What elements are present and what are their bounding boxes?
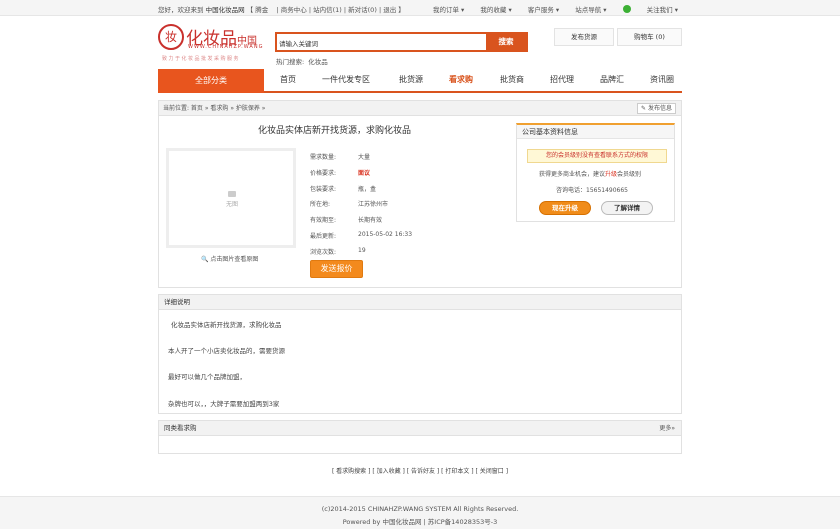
logout-link[interactable]: | 退出 】 <box>379 6 405 14</box>
hot-search: 热门搜索: 化妆品 <box>276 56 328 66</box>
details-header: 详细说明 <box>159 295 681 310</box>
site-logo[interactable]: 妆 化妆品中国 WWW.CHINAHZP.WANG 致力于化妆品批发采购服务 <box>158 22 270 64</box>
hot-search-label: 热门搜索: <box>276 58 305 66</box>
welcome-text: 您好，欢迎来到 <box>158 6 204 14</box>
field-value: 19 <box>358 247 366 254</box>
upgrade-tip-suffix: 会员级别 <box>617 171 642 178</box>
my-favorites-menu[interactable]: 我的收藏 ▾ <box>480 6 511 14</box>
breadcrumb: 当前位置: 首页 » 看求购 » 护肤保养 » ✎ 发布信息 <box>159 101 681 116</box>
bottom-links[interactable]: [ 看求购搜索 ] [ 加入收藏 ] [ 告诉好友 ] [ 打印本文 ] [ 关… <box>0 466 840 475</box>
field-last-update: 最后更新: 2015-05-02 16:33 <box>310 231 412 240</box>
footer: (c)2014-2015 CHINAHZP.WANG SYSTEM All Ri… <box>0 496 840 529</box>
site-nav-menu[interactable]: 站点导航 ▾ <box>575 6 606 14</box>
logo-mark-icon: 妆 <box>158 24 184 50</box>
similar-title: 同类看求购 <box>164 424 197 432</box>
company-info-title: 公司基本资料信息 <box>517 125 674 139</box>
field-value: 大量 <box>358 154 371 161</box>
field-label: 价格要求: <box>310 170 337 177</box>
all-categories-button[interactable]: 全部分类 <box>158 69 264 93</box>
field-value: 江苏徐州市 <box>358 201 389 208</box>
field-value: 面议 <box>358 170 371 177</box>
post-info-button[interactable]: ✎ 发布信息 <box>637 103 676 114</box>
post-supply-button[interactable]: 发布货源 <box>554 28 614 46</box>
page-title: 化妆品实体店新开找货源，求购化妆品 <box>258 126 412 136</box>
nav-home[interactable]: 首页 <box>280 69 296 91</box>
no-image-placeholder: 无图 <box>226 191 238 208</box>
field-price: 价格要求: 面议 <box>310 168 370 177</box>
field-value: 2015-05-02 16:33 <box>358 231 413 238</box>
field-label: 有效期至: <box>310 217 337 224</box>
field-value: 瓶，盒 <box>358 186 377 193</box>
send-offer-button[interactable]: 发送报价 <box>310 260 363 278</box>
nav-buy-requests[interactable]: 看求购 <box>449 69 473 91</box>
field-label: 包装要求: <box>310 186 337 193</box>
upgrade-link[interactable]: 升级 <box>605 171 617 178</box>
product-image[interactable]: 无图 <box>166 148 296 248</box>
similar-header: 同类看求购 更多» <box>159 421 681 436</box>
field-label: 所在地: <box>310 201 331 208</box>
view-original-label: 点击图片查看原图 <box>210 256 259 263</box>
follow-us-menu[interactable]: 关注我们 ▾ <box>622 5 678 14</box>
follow-us-label: 关注我们 ▾ <box>646 6 678 14</box>
field-label: 需求数量: <box>310 154 337 161</box>
top-bar: 您好，欢迎来到 中国化妆品网 【 腾金 | 商务中心 | 站内信(1) | 新对… <box>0 0 840 16</box>
search-button[interactable]: 搜索 <box>486 34 526 50</box>
upgrade-tip: 获得更多商业机会，建议升级会员级别 <box>539 169 641 178</box>
nav-news[interactable]: 资讯圈 <box>650 69 674 91</box>
details-line: 本人开了一个小店卖化妆品的，需要货源 <box>168 347 285 355</box>
details-line: 最好可以做几个品牌加盟， <box>168 373 246 381</box>
search-input[interactable] <box>279 36 484 49</box>
powered-by: Powered by 中国化妆品网 | 苏ICP备14028353号-3 <box>342 518 498 526</box>
learn-more-button[interactable]: 了解详情 <box>601 201 653 215</box>
new-chat-link[interactable]: | 新对话(0) <box>344 6 377 14</box>
nav-supply[interactable]: 批货源 <box>399 69 423 91</box>
field-value: 长期有效 <box>358 217 383 224</box>
camera-icon <box>228 191 236 197</box>
site-link[interactable]: 中国化妆品网 <box>206 6 245 14</box>
details-line: 化妆品实体店新开找货源，求购化妆品 <box>171 321 282 329</box>
more-link[interactable]: 更多» <box>659 421 675 436</box>
nav-dropship[interactable]: 一件代发专区 <box>322 69 370 91</box>
field-label: 浏览次数: <box>310 249 337 256</box>
post-info-label: 发布信息 <box>647 105 672 112</box>
logo-slogan: 致力于化妆品批发采购服务 <box>162 56 241 62</box>
inbox-link[interactable]: | 站内信(1) <box>309 6 342 14</box>
field-packaging: 包装要求: 瓶，盒 <box>310 184 376 193</box>
details-line: 杂牌也可以，，大牌子需要加盟两到3家 <box>168 400 280 408</box>
company-info-box: 公司基本资料信息 您的会员级别没有查看联系方式的权限 获得更多商业机会，建议升级… <box>516 123 675 222</box>
hot-search-term[interactable]: 化妆品 <box>308 58 328 66</box>
view-original-link[interactable]: 🔍 点击图片查看原图 <box>201 254 258 263</box>
customer-service-menu[interactable]: 客户服务 ▾ <box>528 6 559 14</box>
field-valid-until: 有效期至: 长期有效 <box>310 215 382 224</box>
upgrade-tip-text: 获得更多商业机会，建议 <box>539 171 606 178</box>
no-image-label: 无图 <box>226 201 239 208</box>
copyright: (c)2014-2015 CHINAHZP.WANG SYSTEM All Ri… <box>321 505 519 513</box>
business-center-link[interactable]: | 商务中心 <box>277 6 307 14</box>
wechat-icon <box>622 5 631 13</box>
breadcrumb-text[interactable]: 当前位置: 首页 » 看求购 » 护肤保养 » <box>163 105 265 112</box>
nav-brands[interactable]: 品牌汇 <box>600 69 624 91</box>
search-box: 搜索 <box>275 32 528 52</box>
permission-warning: 您的会员级别没有查看联系方式的权限 <box>527 149 667 163</box>
contact-phone: 咨询电话：15651490665 <box>556 187 628 194</box>
top-menu: 我的订单 ▾ 我的收藏 ▾ 客户服务 ▾ 站点导航 ▾ 关注我们 ▾ <box>419 4 678 14</box>
nav-suppliers[interactable]: 批货商 <box>500 69 524 91</box>
field-location: 所在地: 江苏徐州市 <box>310 199 388 208</box>
field-label: 最后更新: <box>310 233 337 240</box>
nav-agents[interactable]: 招代理 <box>550 69 574 91</box>
field-quantity: 需求数量: 大量 <box>310 152 370 161</box>
welcome-bar: 您好，欢迎来到 中国化妆品网 【 腾金 | 商务中心 | 站内信(1) | 新对… <box>158 4 405 14</box>
cart-button[interactable]: 购物车 (0) <box>617 28 682 46</box>
user-name[interactable]: 【 腾金 <box>247 6 269 14</box>
my-orders-menu[interactable]: 我的订单 ▾ <box>433 6 464 14</box>
main-nav: 全部分类 首页 一件代发专区 批货源 看求购 批货商 招代理 品牌汇 资讯圈 <box>158 69 682 93</box>
field-views: 浏览次数: 19 <box>310 247 366 256</box>
logo-url: WWW.CHINAHZP.WANG <box>188 44 264 50</box>
upgrade-now-button[interactable]: 现在升级 <box>539 201 591 215</box>
